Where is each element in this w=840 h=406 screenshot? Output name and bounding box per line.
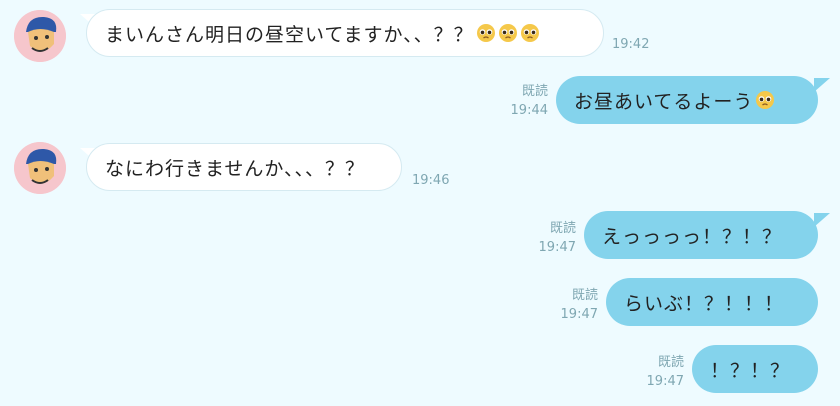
message-text: ！？！？ — [710, 359, 791, 382]
read-receipt: 既読 — [549, 221, 576, 236]
timestamp: 19:47 — [646, 374, 684, 389]
avatar[interactable] — [14, 10, 66, 62]
message-bubble[interactable]: ！？！？ — [692, 345, 818, 393]
pleading-face-icon — [520, 23, 540, 43]
read-receipt: 既読 — [657, 355, 684, 370]
timestamp: 19:47 — [560, 307, 598, 322]
pleading-face-icon — [476, 23, 496, 43]
timestamp: 19:47 — [538, 240, 576, 255]
pleading-face-icon — [498, 23, 518, 43]
message-meta: 既読 19:47 — [632, 353, 684, 391]
bubble-tail — [814, 213, 830, 227]
pleading-face-icon — [755, 90, 775, 110]
bubble-tail — [814, 78, 830, 92]
message-text: なにわ行きませんか、、、？？ — [105, 157, 366, 180]
message-text: まいんさん明日の昼空いてますか、、？？ — [105, 23, 474, 46]
message-text: えっっっっ！？！？ — [602, 225, 783, 248]
message-bubble[interactable]: らいぶ！？！！！ — [606, 278, 818, 326]
message-text: お昼あいてるよーう — [574, 90, 754, 113]
avatar[interactable] — [14, 142, 66, 194]
message-bubble[interactable]: お昼あいてるよーう — [556, 76, 818, 124]
read-receipt: 既読 — [571, 288, 598, 303]
timestamp: 19:46 — [412, 173, 450, 188]
read-receipt: 既読 — [521, 84, 548, 99]
message-meta: 既読 19:47 — [524, 219, 576, 257]
timestamp: 19:44 — [510, 103, 548, 118]
timestamp: 19:42 — [612, 37, 650, 52]
message-bubble[interactable]: まいんさん明日の昼空いてますか、、？？ — [86, 9, 604, 57]
message-bubble[interactable]: なにわ行きませんか、、、？？ — [86, 143, 402, 191]
message-text: らいぶ！？！！！ — [624, 292, 785, 315]
message-meta: 既読 19:44 — [496, 82, 548, 120]
message-meta: 既読 19:47 — [546, 286, 598, 324]
message-bubble[interactable]: えっっっっ！？！？ — [584, 211, 818, 259]
